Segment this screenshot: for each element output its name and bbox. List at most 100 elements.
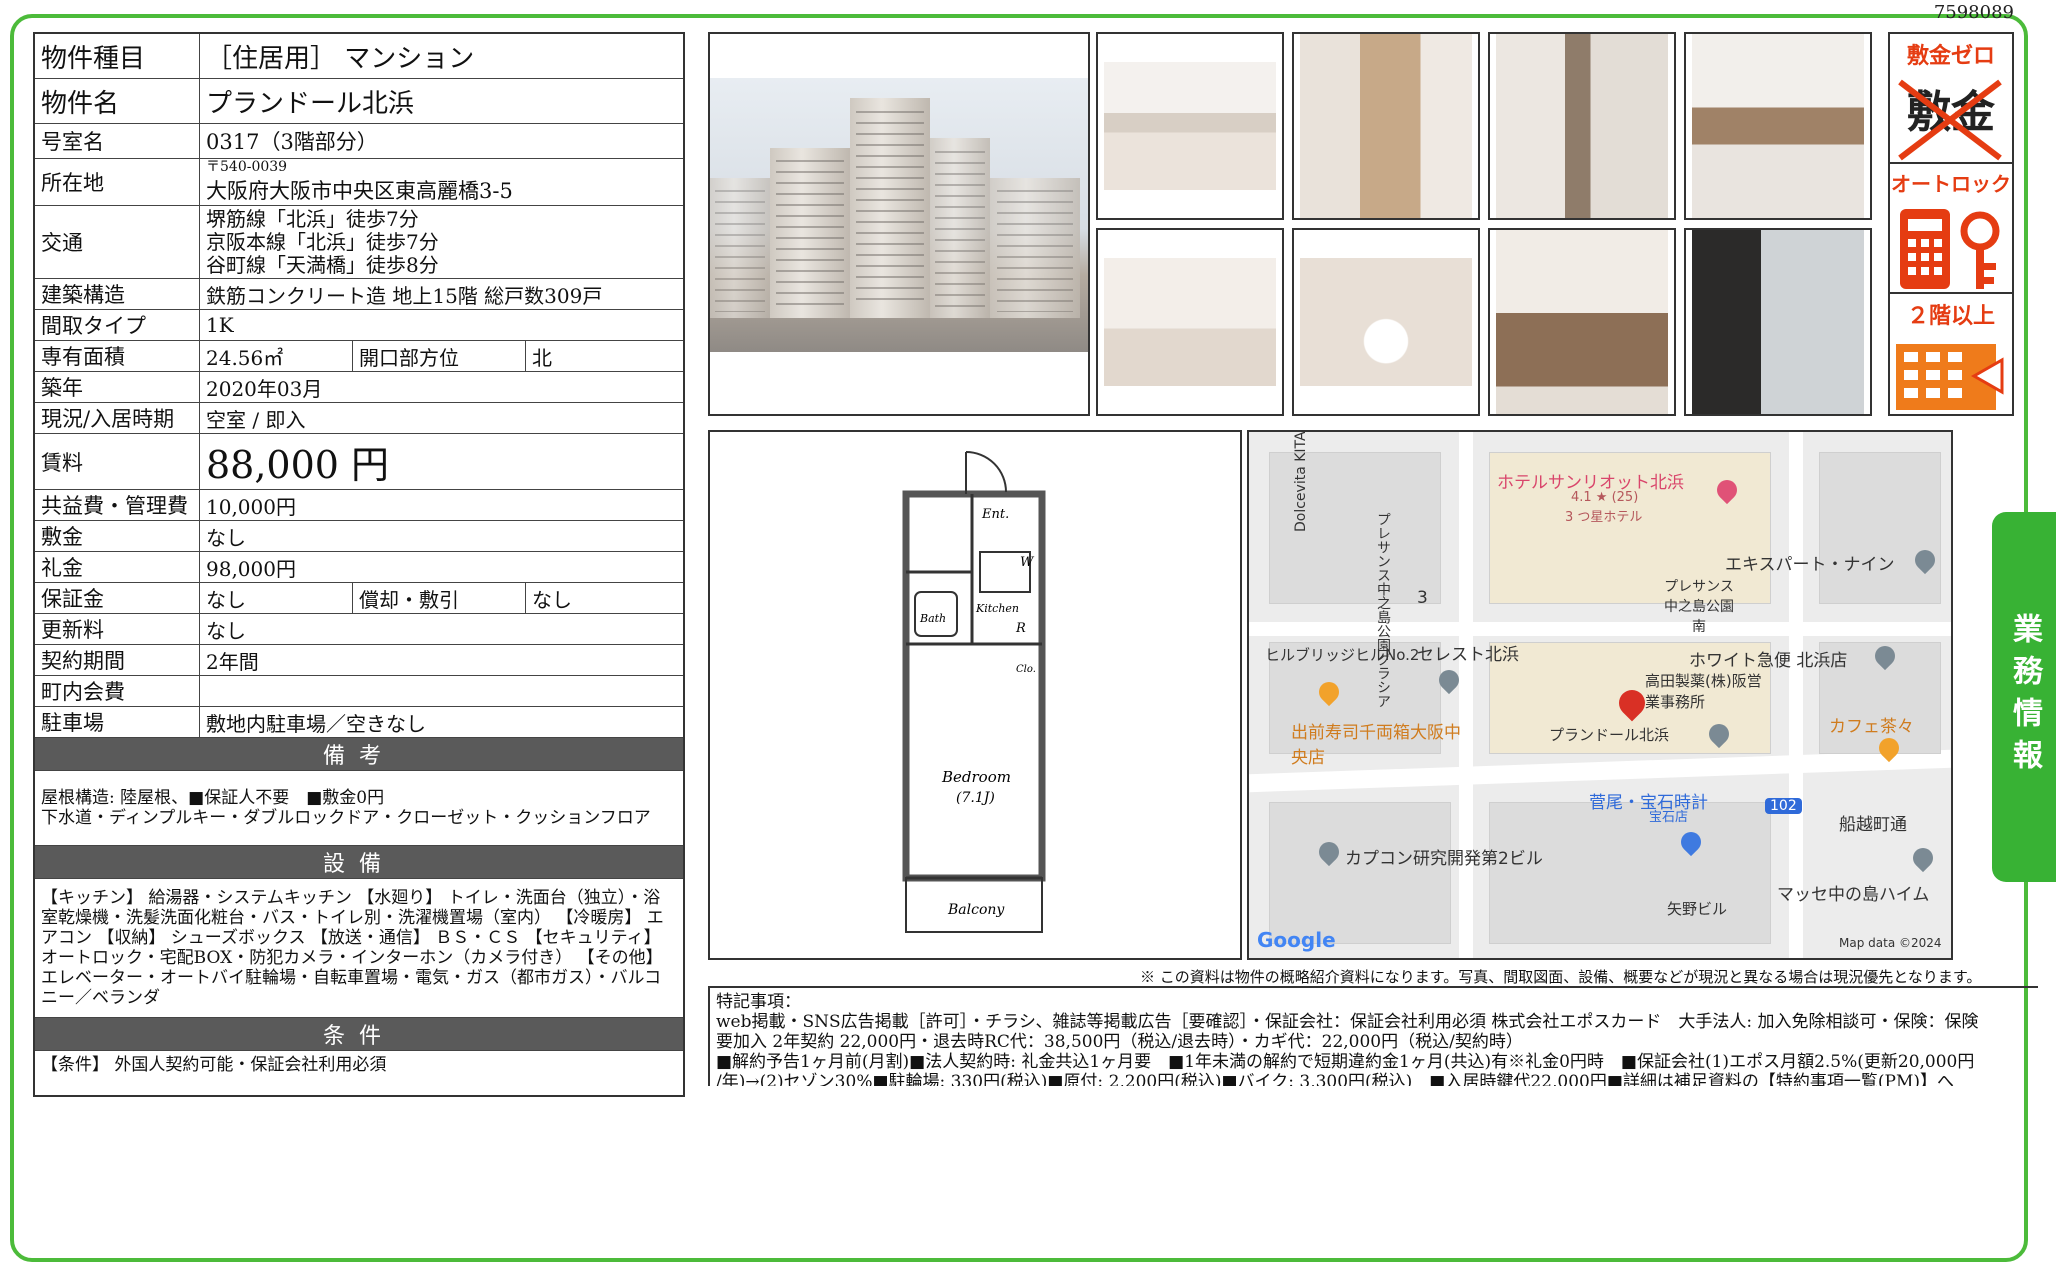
amort-label: 償却・敷引 bbox=[352, 582, 526, 614]
map-capcom: カプコン研究開発第2ビル bbox=[1345, 849, 1543, 869]
conditions-header: 条件 bbox=[33, 1017, 685, 1051]
postal-code: 〒540-0039 bbox=[206, 158, 288, 175]
rent-label: 賃料 bbox=[33, 433, 200, 490]
transport-line: 堺筋線「北浜」徒歩7分 bbox=[206, 206, 419, 231]
special-line: web掲載・SNS広告掲載［許可］・チラシ、雑誌等掲載広告［要確認］・保証会社：… bbox=[716, 1012, 1979, 1032]
map-plandor: プランドール北浜 bbox=[1549, 726, 1670, 744]
layout-label: 間取タイプ bbox=[33, 309, 200, 341]
address-cell: 〒540-0039 大阪府大阪市中央区東高麗橋3-5 bbox=[199, 158, 685, 206]
disclaimer-text: ※ この資料は物件の概略紹介資料になります。写真、間取図面、設備、概要などが現況… bbox=[1140, 968, 1982, 986]
remarks-header: 備考 bbox=[33, 737, 685, 771]
balcony-photo[interactable] bbox=[1684, 228, 1872, 416]
renewal-label: 更新料 bbox=[33, 613, 200, 645]
direction-value: 北 bbox=[525, 340, 685, 372]
interior-photo-bath[interactable] bbox=[1096, 228, 1284, 416]
rent-value: 88,000 円 bbox=[199, 433, 685, 490]
built-value: 2020年03月 bbox=[199, 371, 685, 403]
document-id: 7598089 bbox=[1933, 2, 2014, 23]
status-label: 現況/入居時期 bbox=[33, 402, 200, 434]
fp-bedroom: Bedroom bbox=[941, 768, 1011, 786]
fp-r: R bbox=[1015, 621, 1026, 636]
community-value bbox=[199, 675, 685, 707]
contract-label: 契約期間 bbox=[33, 644, 200, 676]
facilities-text: 【キッチン】 給湯器・システムキッチン 【水廻り】 トイレ・洗面台（独立）・浴室… bbox=[33, 878, 685, 1018]
room-label: 号室名 bbox=[33, 123, 200, 159]
google-logo: Google bbox=[1257, 928, 1336, 952]
special-title: 特記事項： bbox=[716, 992, 801, 1012]
badge-floor-title: ２階以上 bbox=[1906, 304, 1995, 329]
fp-bedroom-size: (7.1J) bbox=[956, 790, 995, 806]
parking-label: 駐車場 bbox=[33, 706, 200, 738]
building-exterior-photo[interactable] bbox=[708, 32, 1090, 416]
interior-photo-kitchen[interactable] bbox=[1684, 32, 1872, 220]
contract-value: 2年間 bbox=[199, 644, 685, 676]
map-presence-b: プレサンス中之島公園南 bbox=[1664, 579, 1734, 635]
deposit-value: なし bbox=[199, 520, 685, 552]
map-data-credit: Map data ©2024 bbox=[1839, 936, 1942, 950]
badge-no-deposit: 敷金ゼロ 敷金 bbox=[1888, 32, 2014, 174]
area-label: 専有面積 bbox=[33, 340, 200, 372]
transport-label: 交通 bbox=[33, 205, 200, 279]
map-num3: 3 bbox=[1417, 588, 1428, 608]
community-label: 町内会費 bbox=[33, 675, 200, 707]
special-notes: 特記事項： web掲載・SNS広告掲載［許可］・チラシ、雑誌等掲載広告［要確認］… bbox=[708, 986, 2038, 1086]
transport-cell: 堺筋線「北浜」徒歩7分 京阪本線「北浜」徒歩7分 谷町線「天満橋」徒歩8分 bbox=[199, 205, 685, 279]
fp-bath: Bath bbox=[919, 612, 946, 625]
fp-ent: Ent. bbox=[981, 507, 1009, 522]
name-label: 物件名 bbox=[33, 78, 200, 124]
interior-photo-toilet[interactable] bbox=[1292, 228, 1480, 416]
room-value: 0317（3階部分） bbox=[199, 123, 685, 159]
cross-out-icon bbox=[1898, 79, 2002, 161]
interior-photo-washroom[interactable] bbox=[1488, 228, 1676, 416]
interior-photo-hallway[interactable] bbox=[1488, 32, 1676, 220]
amort-value: なし bbox=[525, 582, 685, 614]
structure-value: 鉄筋コンクリート造 地上15階 総戸数309戸 bbox=[199, 278, 685, 310]
renewal-value: なし bbox=[199, 613, 685, 645]
keymoney-label: 礼金 bbox=[33, 551, 200, 583]
map-white: ホワイト急便 北浜店 bbox=[1689, 651, 1848, 671]
fee-value: 10,000円 bbox=[199, 489, 685, 521]
map-hotel-stars: 3 つ星ホテル bbox=[1565, 510, 1643, 525]
side-tab-business-info[interactable]: 業務情報 bbox=[1992, 512, 2056, 882]
fp-balcony: Balcony bbox=[947, 902, 1005, 918]
guarantee-value: なし bbox=[199, 582, 353, 614]
badge-autolock-title: オートロック bbox=[1891, 172, 2011, 196]
fp-w: W bbox=[1020, 555, 1035, 570]
fp-closet: Clo. bbox=[1016, 664, 1036, 675]
fee-label: 共益費・管理費 bbox=[33, 489, 200, 521]
direction-label: 開口部方位 bbox=[352, 340, 526, 372]
address-label: 所在地 bbox=[33, 158, 200, 206]
status-value: 空室 / 即入 bbox=[199, 402, 685, 434]
type-label: 物件種目 bbox=[33, 32, 200, 79]
interior-photo-closet[interactable] bbox=[1292, 32, 1480, 220]
map-yano: 矢野ビル bbox=[1667, 900, 1728, 918]
transport-line: 谷町線「天満橋」徒歩8分 bbox=[206, 252, 439, 277]
map-masse: マッセ中の島ハイム bbox=[1777, 885, 1930, 905]
floor-plan[interactable]: Ent. W Kitchen Bath R Clo. Bedroom (7.1J… bbox=[708, 430, 1242, 960]
keymoney-value: 98,000円 bbox=[199, 551, 685, 583]
deposit-label: 敷金 bbox=[33, 520, 200, 552]
badge-2nd-floor-up: ２階以上 bbox=[1888, 292, 2014, 416]
address-value: 大阪府大阪市中央区東高麗橋3-5 bbox=[206, 178, 513, 203]
interior-photo-room[interactable] bbox=[1096, 32, 1284, 220]
building-arrow-icon bbox=[1896, 344, 2004, 410]
type-value: ［住居用］ マンション bbox=[199, 32, 685, 79]
map-funakoshi: 船越町通 bbox=[1839, 815, 1907, 835]
map-dolce: Dolcevita KITAHAMA bbox=[1293, 430, 1309, 532]
map-cafe: カフェ茶々 bbox=[1829, 717, 1914, 737]
remarks-text: 屋根構造: 陸屋根、■保証人不要 ■敷金0円 下水道・ディンプルキー・ダブルロッ… bbox=[33, 770, 685, 846]
layout-value: 1K bbox=[199, 309, 685, 341]
guarantee-label: 保証金 bbox=[33, 582, 200, 614]
structure-label: 建築構造 bbox=[33, 278, 200, 310]
map-takada: 高田製薬(株)阪営業事務所 bbox=[1645, 672, 1762, 711]
map-presence-a: プレサンス中之島公園グラシア bbox=[1375, 512, 1391, 708]
built-label: 築年 bbox=[33, 371, 200, 403]
fp-kitchen: Kitchen bbox=[975, 602, 1019, 615]
masse-pin-icon[interactable] bbox=[1908, 843, 1938, 873]
map-hillbridge: ヒルブリッジヒルNo.2 bbox=[1265, 646, 1420, 664]
map-izuzushi: 出前寿司千両箱大阪中央店 bbox=[1291, 723, 1461, 768]
special-line: /年)→(2)セゾン30%■駐輪場: 330円(税込)■原付: 2,200円(税… bbox=[716, 1072, 1955, 1086]
map-route: 102 bbox=[1765, 798, 1802, 814]
location-map[interactable]: Dolcevita KITAHAMA ホテルサンリオット北浜 4.1 ★ (25… bbox=[1247, 430, 1953, 960]
map-celest: セレスト北浜 bbox=[1417, 645, 1519, 665]
